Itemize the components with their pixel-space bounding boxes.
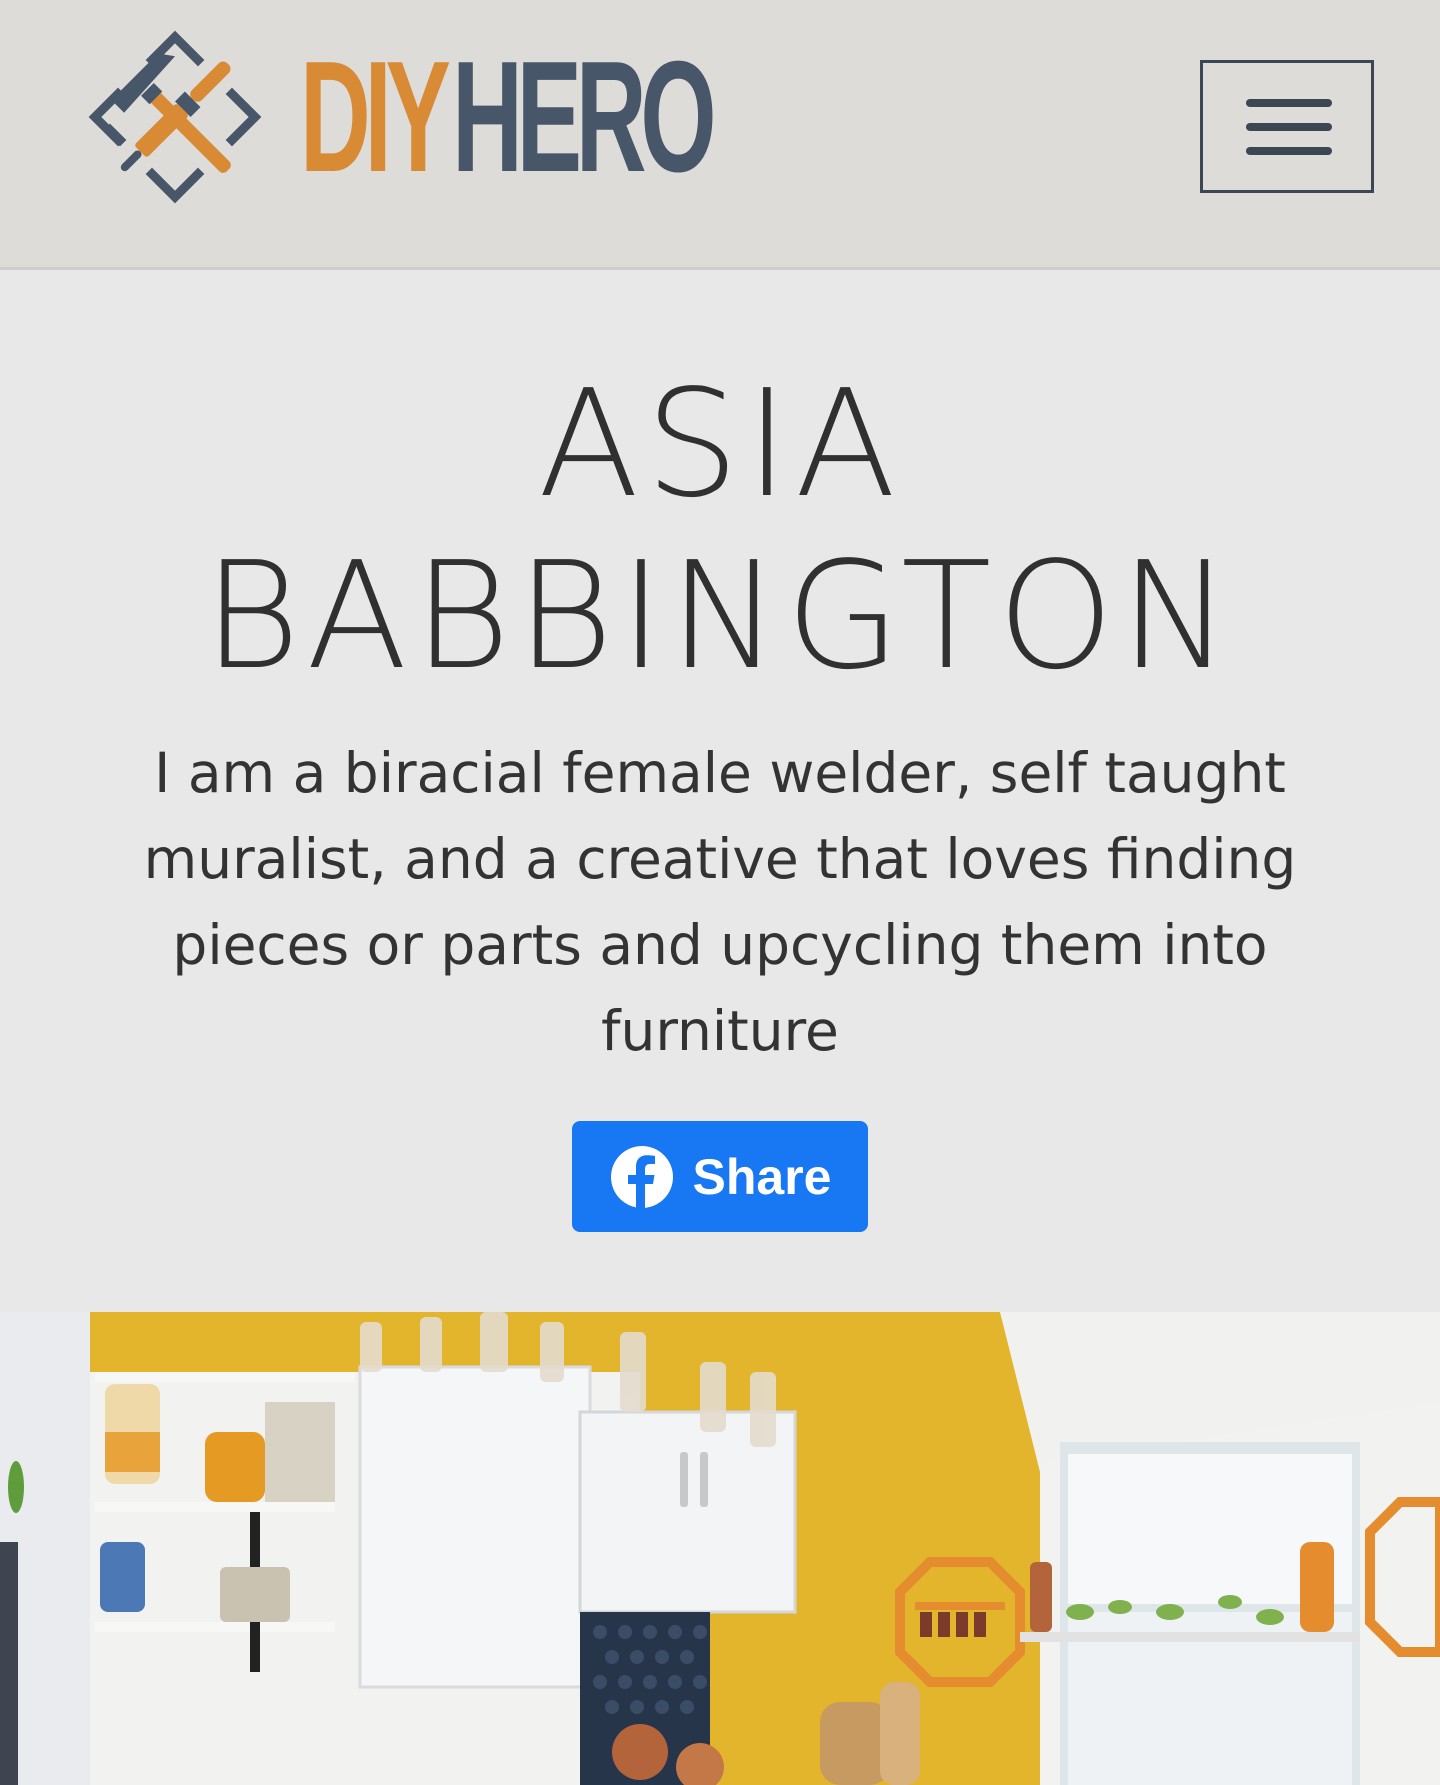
logo-diy-text: DIY xyxy=(300,29,451,205)
menu-bar-icon xyxy=(1246,99,1332,107)
menu-bar-icon xyxy=(1246,147,1332,155)
profile-first-name: ASIA xyxy=(537,358,903,530)
hamburger-menu-button[interactable] xyxy=(1200,60,1374,193)
logo-hero-text: HERO xyxy=(452,29,716,205)
menu-bar-icon xyxy=(1246,123,1332,131)
tools-logo-icon xyxy=(88,30,262,204)
kitchen-photo-image xyxy=(0,1312,1440,1785)
facebook-share-button[interactable]: Share xyxy=(572,1121,868,1232)
share-button-label: Share xyxy=(692,1148,832,1205)
site-logo[interactable]: DIYHERO xyxy=(80,22,962,212)
profile-hero: ASIA BABBINGTON I am a biracial female w… xyxy=(0,270,1440,1312)
page: DIYHERO ASIA BABBINGTON I am a biracial … xyxy=(0,0,1440,1785)
facebook-icon xyxy=(610,1145,673,1210)
kitchen-photo xyxy=(0,1312,1440,1785)
profile-last-name: BABBINGTON xyxy=(203,530,1237,702)
site-header: DIYHERO xyxy=(0,0,1440,270)
profile-bio: I am a biracial female welder, self taug… xyxy=(143,741,1297,1063)
logo-wordmark: DIYHERO xyxy=(300,38,717,196)
